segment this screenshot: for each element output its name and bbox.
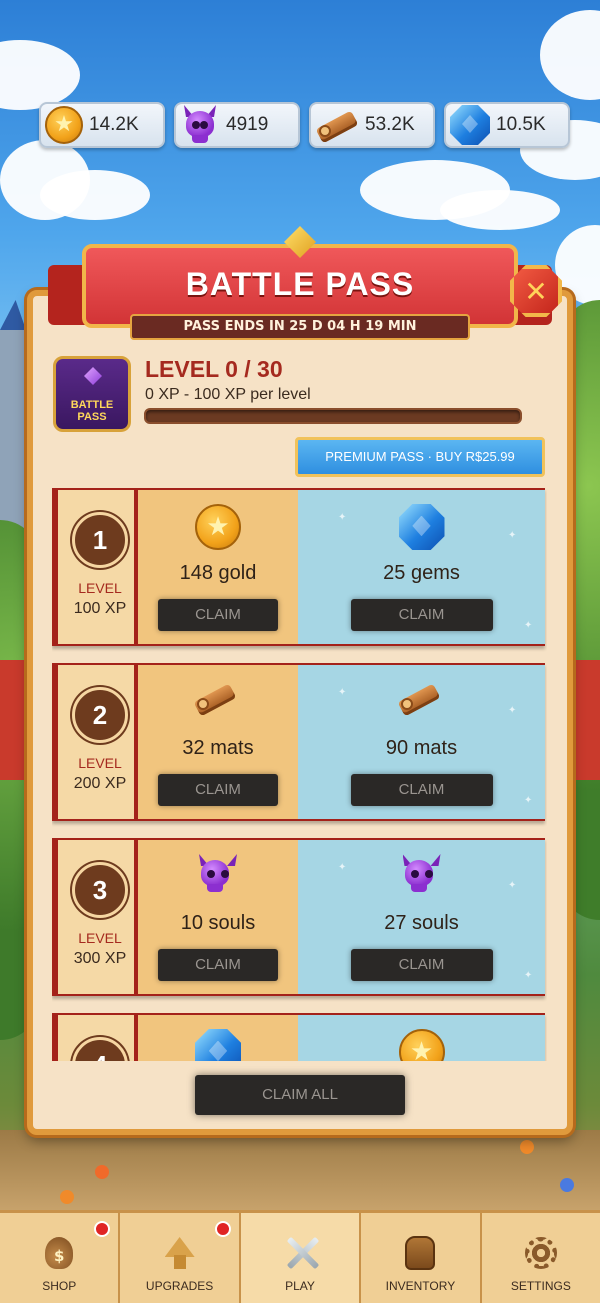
free-reward-text: 148 gold (179, 562, 257, 584)
free-reward: ★ 148 gold CLAIM (138, 490, 298, 644)
claim-premium-button[interactable]: CLAIM (350, 949, 493, 981)
gold-value: 14.2K (89, 114, 139, 135)
premium-pass-button[interactable]: PREMIUM PASS · BUY R$25.99 (295, 437, 545, 477)
claim-all-button[interactable]: CLAIM ALL (195, 1075, 405, 1115)
level-subtitle: 0 XP - 100 XP per level (145, 386, 311, 403)
level-xp: 100 XP (73, 600, 127, 617)
xp-progress-bar (144, 408, 522, 424)
reward-row: 3 LEVEL 300 XP 10 souls CLAIM ✦ ✦ ✦ 27 s… (52, 838, 545, 996)
gold-coin-icon: ★ (45, 106, 83, 144)
level-number: 2 (72, 687, 128, 743)
gold-coin-icon: ★ (398, 1029, 445, 1061)
level-column: 4 (54, 1015, 138, 1061)
souls-counter[interactable]: 4919 (174, 102, 300, 148)
money-bag-icon: $ (45, 1237, 74, 1269)
reward-row: 2 LEVEL 200 XP 32 mats CLAIM ✦ ✦ ✦ 90 ma… (52, 663, 545, 821)
reward-row: 1 LEVEL 100 XP ★ 148 gold CLAIM ✦ ✦ ✦ 25… (52, 488, 545, 646)
gems-value: 10.5K (496, 114, 546, 135)
level-number: 3 (72, 862, 128, 918)
premium-reward: ★ (298, 1015, 545, 1061)
premium-reward-text: 27 souls (384, 912, 459, 934)
reward-list[interactable]: 1 LEVEL 100 XP ★ 148 gold CLAIM ✦ ✦ ✦ 25… (52, 488, 547, 1061)
free-reward: 32 mats CLAIM (138, 665, 298, 819)
materials-counter[interactable]: 53.2K (309, 102, 435, 148)
claim-free-button[interactable]: CLAIM (158, 949, 278, 981)
notification-dot (94, 1221, 111, 1237)
gold-counter[interactable]: ★ 14.2K (39, 102, 165, 148)
wood-log-icon (315, 105, 359, 145)
level-xp: 300 XP (73, 950, 127, 967)
wood-log-icon (193, 678, 243, 726)
blue-gem-icon (195, 1029, 241, 1061)
level-column: 1 LEVEL 100 XP (54, 490, 138, 644)
notification-dot (214, 1221, 231, 1237)
badge-gem-icon (84, 367, 102, 385)
backpack-icon (405, 1236, 436, 1270)
bottom-nav: $ SHOP UPGRADES PLAY INVENTORY SETTINGS (0, 1210, 600, 1303)
claim-free-button[interactable]: CLAIM (158, 774, 278, 806)
crossed-swords-icon (280, 1231, 320, 1275)
claim-premium-button[interactable]: CLAIM (350, 599, 493, 631)
purple-skull-icon (195, 854, 241, 900)
gold-coin-icon: ★ (195, 504, 241, 550)
free-reward (138, 1015, 298, 1061)
level-number: 4 (72, 1037, 128, 1061)
pass-ends-timer: PASS ENDS IN 25 D 04 H 19 MIN (130, 314, 470, 340)
level-number: 1 (72, 512, 128, 568)
currency-bar: ★ 14.2K 4919 53.2K 10.5K (39, 102, 570, 148)
level-xp: 200 XP (73, 775, 127, 792)
wood-log-icon (397, 678, 447, 726)
premium-reward-text: 25 gems (383, 562, 460, 584)
claim-premium-button[interactable]: CLAIM (350, 774, 493, 806)
premium-reward: ✦ ✦ ✦ 27 souls CLAIM (298, 840, 545, 994)
nav-label: SHOP (42, 1279, 77, 1293)
close-icon: ✕ (524, 274, 548, 308)
premium-reward-text: 90 mats (385, 737, 458, 759)
premium-reward: ✦ ✦ ✦ 25 gems CLAIM (298, 490, 545, 644)
free-reward-text: 32 mats (182, 737, 254, 759)
nav-shop[interactable]: $ SHOP (0, 1213, 121, 1303)
level-label: LEVEL (78, 755, 122, 771)
level-title: LEVEL 0 / 30 (145, 356, 283, 382)
gear-icon (524, 1237, 557, 1269)
gems-counter[interactable]: 10.5K (444, 102, 570, 148)
blue-gem-icon (450, 105, 490, 145)
level-column: 2 LEVEL 200 XP (54, 665, 138, 819)
materials-value: 53.2K (365, 114, 415, 135)
premium-reward: ✦ ✦ ✦ 90 mats CLAIM (298, 665, 545, 819)
nav-label: INVENTORY (385, 1279, 456, 1293)
level-column: 3 LEVEL 300 XP (54, 840, 138, 994)
claim-free-button[interactable]: CLAIM (158, 599, 278, 631)
blue-gem-icon (399, 504, 445, 550)
battle-pass-badge: BATTLE PASS (53, 356, 131, 432)
purple-skull-icon (399, 854, 445, 900)
reward-row: 4 ★ (52, 1013, 545, 1061)
arrow-up-icon (165, 1237, 195, 1269)
free-reward-text: 10 souls (180, 912, 256, 934)
nav-play[interactable]: PLAY (240, 1213, 362, 1303)
purple-skull-icon (180, 105, 220, 145)
souls-value: 4919 (226, 114, 269, 135)
nav-label: SETTINGS (510, 1279, 571, 1293)
badge-text: BATTLE PASS (70, 399, 114, 423)
nav-upgrades[interactable]: UPGRADES (120, 1213, 241, 1303)
level-label: LEVEL (78, 930, 122, 946)
nav-label: PLAY (285, 1279, 315, 1293)
nav-settings[interactable]: SETTINGS (482, 1213, 600, 1303)
nav-inventory[interactable]: INVENTORY (361, 1213, 482, 1303)
level-label: LEVEL (78, 580, 122, 596)
free-reward: 10 souls CLAIM (138, 840, 298, 994)
nav-label: UPGRADES (145, 1279, 214, 1293)
